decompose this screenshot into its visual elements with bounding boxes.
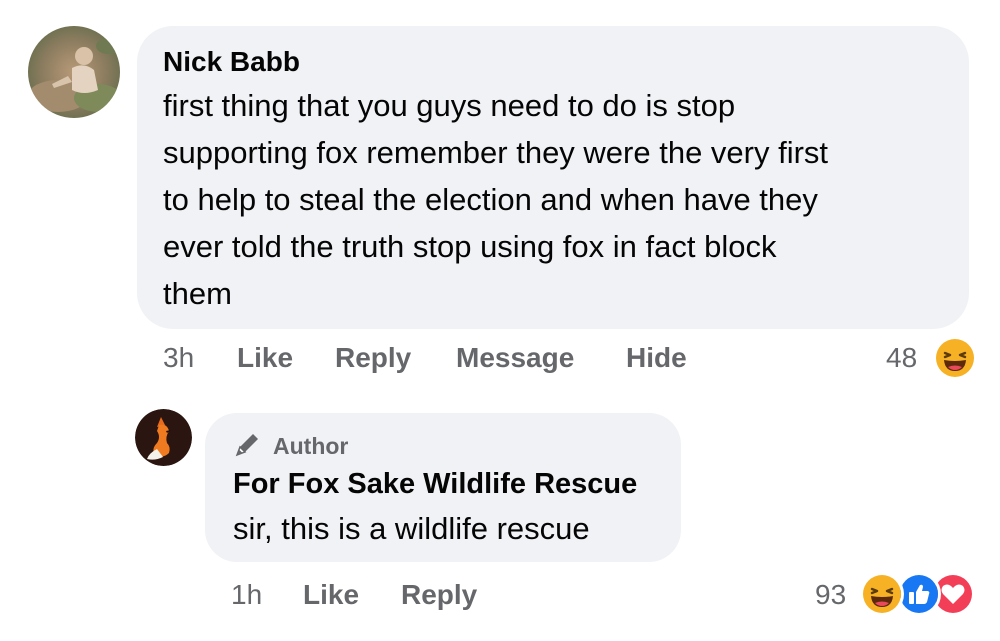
comment-timestamp[interactable]: 3h [163, 342, 194, 374]
comment-text: first thing that you guys need to do is … [163, 82, 963, 317]
comment-text-line: first thing that you guys need to do is … [163, 88, 736, 123]
reply-timestamp[interactable]: 1h [231, 579, 262, 611]
comment-text-line: to help to steal the election and when h… [163, 182, 818, 217]
haha-icon[interactable] [860, 572, 904, 616]
haha-icon[interactable] [933, 336, 977, 380]
reply-like-button[interactable]: Like [303, 579, 359, 611]
comment-reaction-count[interactable]: 48 [886, 342, 917, 374]
comment-author-name[interactable]: Nick Babb [163, 46, 300, 78]
author-badge: Author [273, 433, 349, 459]
reply-author-name[interactable]: For Fox Sake Wildlife Rescue [233, 468, 637, 501]
reply-reply-button[interactable]: Reply [401, 579, 477, 611]
comment-text-line: ever told the truth stop using fox in fa… [163, 229, 777, 264]
reply-text: sir, this is a wildlife rescue [233, 511, 590, 546]
reply-reaction-count[interactable]: 93 [815, 579, 846, 611]
comment-message-button[interactable]: Message [456, 342, 574, 374]
fox-logo-icon [135, 409, 192, 466]
comment-text-line: supporting fox remember they were the ve… [163, 135, 829, 170]
page-avatar[interactable] [135, 409, 192, 466]
comment-hide-button[interactable]: Hide [626, 342, 687, 374]
comment-text-line: them [163, 276, 232, 311]
commenter-avatar[interactable] [28, 26, 120, 118]
comment-reply-button[interactable]: Reply [335, 342, 411, 374]
pencil-icon [233, 429, 263, 459]
commenter-photo [28, 26, 120, 118]
comment-like-button[interactable]: Like [237, 342, 293, 374]
